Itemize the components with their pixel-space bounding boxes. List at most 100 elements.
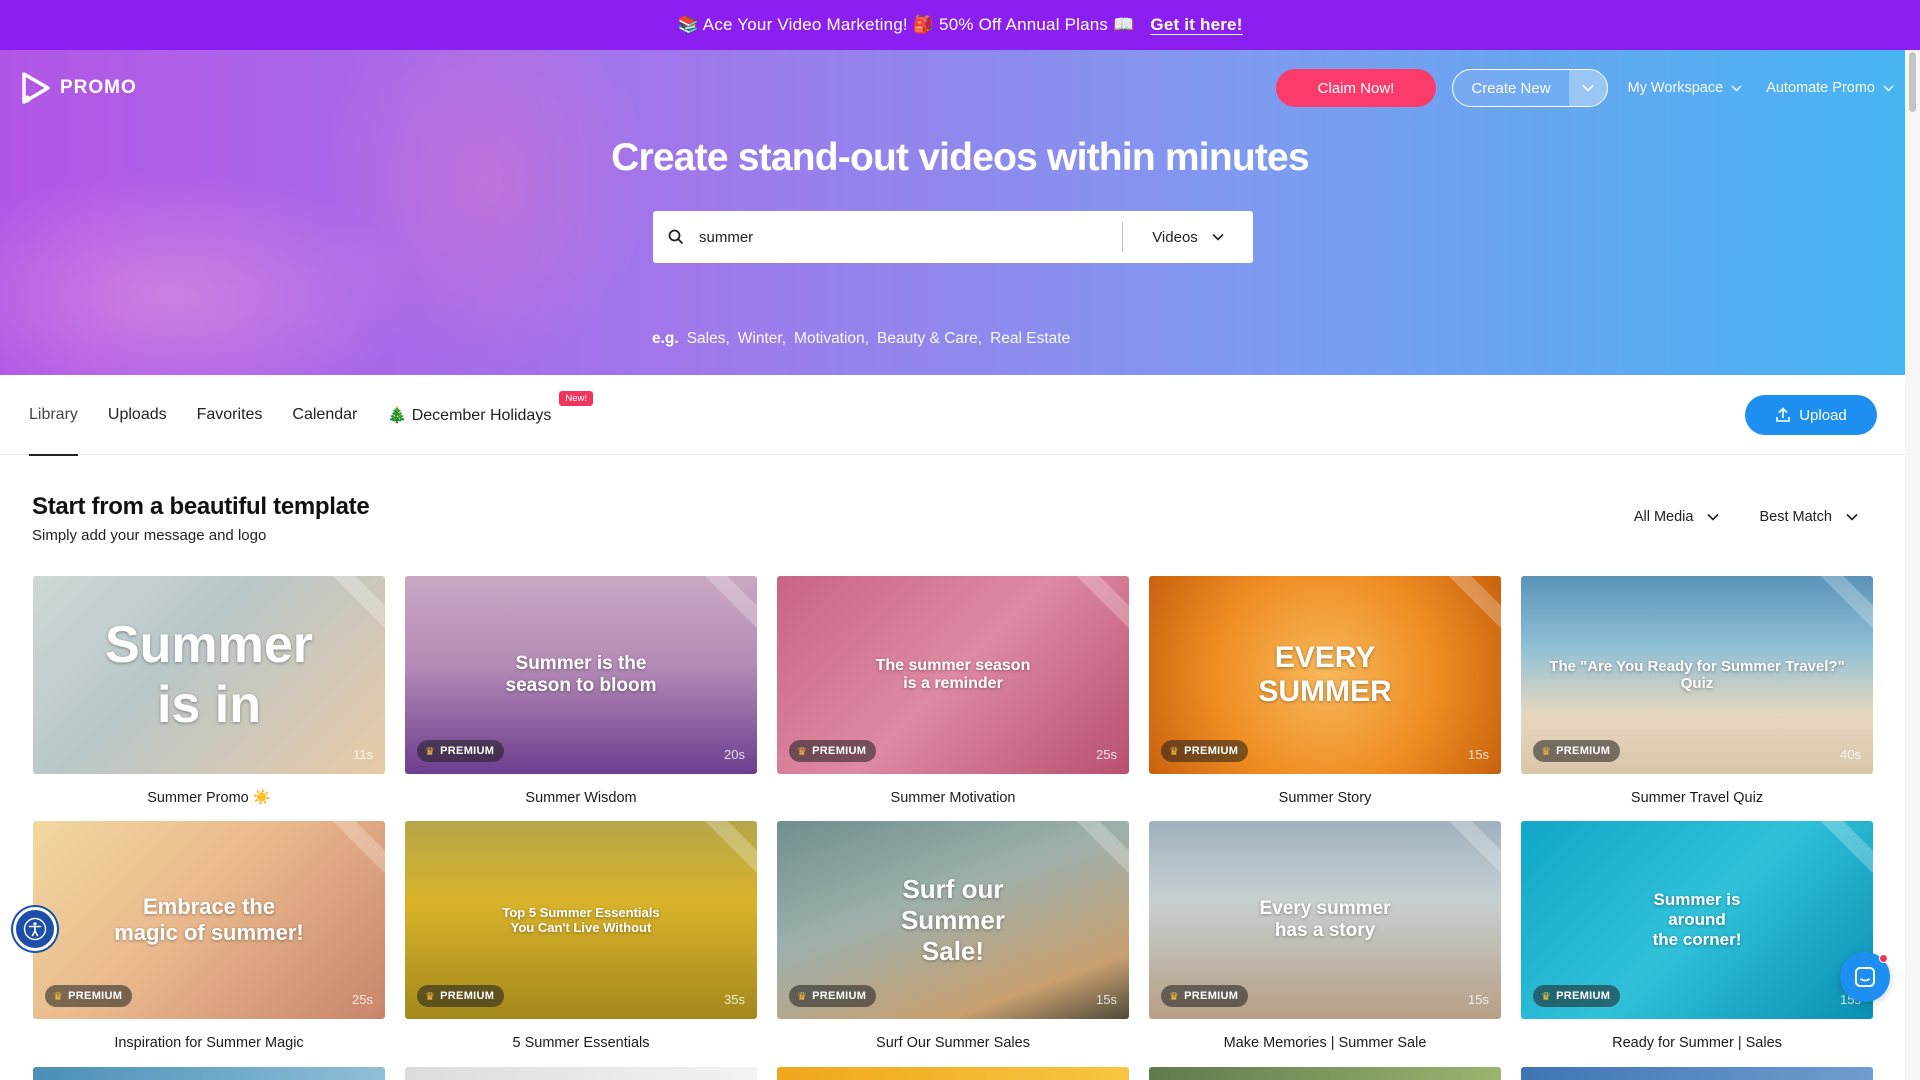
hero-title: Create stand-out videos within minutes xyxy=(611,136,1310,179)
page-scrollbar[interactable] xyxy=(1905,50,1920,1080)
create-new-dropdown-toggle[interactable] xyxy=(1568,70,1607,106)
premium-badge: ♛ PREMIUM xyxy=(789,985,877,1007)
template-thumbnail-peek[interactable] xyxy=(1521,1067,1873,1080)
template-thumbnail[interactable]: The summer season is a reminder ♛ PREMIUM 2… xyxy=(777,576,1129,774)
search-examples: e.g. Sales, Winter, Motivation, Beauty &… xyxy=(652,330,1070,348)
template-card[interactable]: Top 5 Summer Essentials You Can't Live W… xyxy=(405,821,757,1066)
template-thumbnail[interactable]: Every summer has a story ♛ PREMIUM 15s xyxy=(1149,821,1501,1019)
example-link-beauty-care[interactable]: Beauty & Care, xyxy=(877,330,982,348)
example-link-motivation[interactable]: Motivation, xyxy=(794,330,869,348)
example-link-real-estate[interactable]: Real Estate xyxy=(990,330,1070,348)
duration-label: 11s xyxy=(353,747,373,762)
crown-icon: ♛ xyxy=(1169,745,1180,758)
template-filters: All Media Best Match xyxy=(1634,509,1858,525)
search-type-select[interactable]: Videos xyxy=(1123,229,1253,246)
premium-badge: ♛ PREMIUM xyxy=(1161,985,1249,1007)
announcement-cta-link[interactable]: Get it here! xyxy=(1150,15,1242,35)
template-card[interactable]: Summer is in 11s Summer Promo ☀️ xyxy=(33,576,385,821)
template-thumbnail[interactable]: Summer is in 11s xyxy=(33,576,385,774)
tab-library[interactable]: Library xyxy=(29,375,78,456)
template-card[interactable]: Every summer has a story ♛ PREMIUM 15s Make … xyxy=(1149,821,1501,1066)
chat-support-button[interactable] xyxy=(1840,952,1890,1002)
template-title[interactable]: Surf Our Summer Sales xyxy=(777,1019,1129,1066)
my-workspace-menu[interactable]: My Workspace xyxy=(1624,80,1747,96)
create-new-label[interactable]: Create New xyxy=(1453,80,1568,97)
template-thumbnail-peek[interactable] xyxy=(33,1067,385,1080)
tab-uploads[interactable]: Uploads xyxy=(108,375,167,455)
chevron-down-icon xyxy=(1883,85,1894,91)
template-thumbnail[interactable]: Summer is the season to bloom ♛ PREMIUM 20s xyxy=(405,576,757,774)
template-thumbnail[interactable]: Summer is around the corner! ♛ PREMIUM 15s xyxy=(1521,821,1873,1019)
template-thumbnail[interactable]: Top 5 Summer Essentials You Can't Live W… xyxy=(405,821,757,1019)
search-input[interactable] xyxy=(699,211,1122,263)
tab-calendar[interactable]: Calendar xyxy=(292,375,357,455)
tab-favorites[interactable]: Favorites xyxy=(197,375,263,455)
premium-badge: ♛ PREMIUM xyxy=(417,740,505,762)
template-thumbnail-peek[interactable] xyxy=(1149,1067,1501,1080)
library-tabs: Library Uploads Favorites Calendar 🎄 Dec… xyxy=(0,375,1920,456)
template-card[interactable]: Summer is around the corner! ♛ PREMIUM 15s R… xyxy=(1521,821,1873,1066)
template-card[interactable]: Summer is the season to bloom ♛ PREMIUM 20s… xyxy=(405,576,757,821)
section-title: Start from a beautiful template xyxy=(32,493,370,520)
crown-icon: ♛ xyxy=(53,990,64,1003)
template-card[interactable]: Embrace the magic of summer! ♛ PREMIUM 25s I… xyxy=(33,821,385,1066)
search-type-label: Videos xyxy=(1152,228,1198,246)
template-title[interactable]: Inspiration for Summer Magic xyxy=(33,1019,385,1066)
sort-label: Best Match xyxy=(1759,509,1832,525)
automate-promo-menu[interactable]: Automate Promo xyxy=(1762,80,1898,96)
chat-icon xyxy=(1855,967,1875,987)
template-title[interactable]: Ready for Summer | Sales xyxy=(1521,1019,1873,1066)
brand-name: PROMO xyxy=(60,77,137,98)
template-card[interactable]: The summer season is a reminder ♛ PREMIUM 2… xyxy=(777,576,1129,821)
template-card[interactable]: EVERY SUMMER ♛ PREMIUM 15s Summer Story xyxy=(1149,576,1501,821)
create-new-button[interactable]: Create New xyxy=(1452,69,1608,107)
chevron-down-icon xyxy=(1212,233,1224,241)
chevron-down-icon xyxy=(1581,84,1594,92)
premium-label: PREMIUM xyxy=(812,745,867,757)
template-thumbnail-peek[interactable] xyxy=(405,1067,757,1080)
duration-label: 25s xyxy=(1096,747,1117,762)
hero-banner: PROMO Claim Now! Create New My Workspace… xyxy=(0,50,1920,375)
sort-select[interactable]: Best Match xyxy=(1759,509,1858,525)
template-title[interactable]: 5 Summer Essentials xyxy=(405,1019,757,1066)
template-title[interactable]: Summer Motivation xyxy=(777,774,1129,821)
duration-label: 15s xyxy=(1468,747,1489,762)
premium-label: PREMIUM xyxy=(1184,745,1239,757)
crown-icon: ♛ xyxy=(425,745,436,758)
upload-button[interactable]: Upload xyxy=(1745,395,1877,435)
examples-label: e.g. xyxy=(652,330,679,347)
my-workspace-label: My Workspace xyxy=(1627,80,1724,96)
template-title[interactable]: Summer Travel Quiz xyxy=(1521,774,1873,821)
template-thumbnail-peek[interactable] xyxy=(777,1067,1129,1080)
template-thumbnail[interactable]: The "Are You Ready for Summer Travel?" Q… xyxy=(1521,576,1873,774)
template-thumbnail[interactable]: EVERY SUMMER ♛ PREMIUM 15s xyxy=(1149,576,1501,774)
accessibility-button[interactable] xyxy=(13,907,57,951)
claim-now-button[interactable]: Claim Now! xyxy=(1275,69,1437,107)
example-link-winter[interactable]: Winter, xyxy=(738,330,786,348)
duration-label: 35s xyxy=(724,992,745,1007)
accessibility-icon xyxy=(23,917,47,941)
example-link-sales[interactable]: Sales, xyxy=(687,330,730,348)
chat-notification-dot xyxy=(1879,954,1888,963)
chevron-down-icon xyxy=(1731,85,1742,91)
brand-logo[interactable]: PROMO xyxy=(22,72,137,104)
template-card[interactable]: Surf our Summer Sale! ♛ PREMIUM 15s Surf Our… xyxy=(777,821,1129,1066)
template-card[interactable]: The "Are You Ready for Summer Travel?" Q… xyxy=(1521,576,1873,821)
premium-label: PREMIUM xyxy=(68,990,123,1002)
template-thumbnail[interactable]: Surf our Summer Sale! ♛ PREMIUM 15s xyxy=(777,821,1129,1019)
upload-icon xyxy=(1776,407,1791,422)
templates-header: Start from a beautiful template Simply a… xyxy=(0,455,1920,575)
template-title[interactable]: Make Memories | Summer Sale xyxy=(1149,1019,1501,1066)
premium-badge: ♛ PREMIUM xyxy=(1533,740,1621,762)
template-title[interactable]: Summer Story xyxy=(1149,774,1501,821)
premium-badge: ♛ PREMIUM xyxy=(789,740,877,762)
media-filter-select[interactable]: All Media xyxy=(1634,509,1720,525)
template-title[interactable]: Summer Promo ☀️ xyxy=(33,774,385,821)
scrollbar-thumb[interactable] xyxy=(1909,52,1916,112)
duration-label: 40s xyxy=(1840,747,1861,762)
template-title[interactable]: Summer Wisdom xyxy=(405,774,757,821)
template-thumbnail[interactable]: Embrace the magic of summer! ♛ PREMIUM 25s xyxy=(33,821,385,1019)
tab-december-holidays[interactable]: 🎄 December Holidays New! xyxy=(387,375,593,455)
search-bar: Videos xyxy=(653,211,1253,263)
media-filter-label: All Media xyxy=(1633,509,1694,525)
